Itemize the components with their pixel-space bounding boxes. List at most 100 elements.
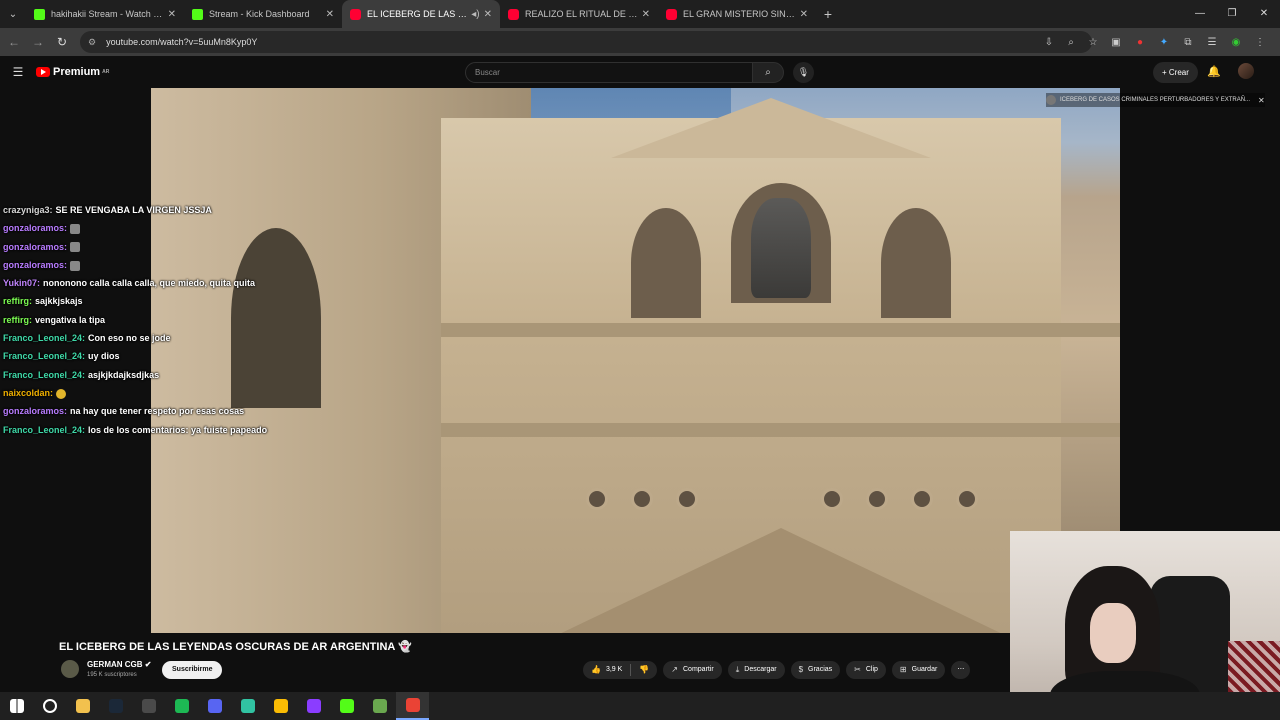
chat-message: Franco_Leonel_24: uy dios <box>3 347 273 365</box>
like-button[interactable]: 👍 3,9 K <box>583 661 630 679</box>
chat-username[interactable]: Franco_Leonel_24: <box>3 333 85 343</box>
kick-icon[interactable] <box>330 692 363 720</box>
minimize-icon[interactable]: — <box>1184 0 1216 28</box>
channel-avatar[interactable] <box>61 660 79 678</box>
more-actions-button[interactable]: ⋯ <box>951 661 971 679</box>
youtube-logo[interactable]: Premium AR <box>36 66 109 78</box>
chat-message: gonzaloramos: na hay que tener respeto po… <box>3 402 273 420</box>
account-avatar[interactable] <box>1238 63 1254 79</box>
close-tab-icon[interactable]: ✕ <box>484 9 492 20</box>
tab-label: Stream - Kick Dashboard <box>209 9 310 19</box>
browser-tab-bar: ⌄ hakihakii Stream - Watch Live o ✕ Stre… <box>0 0 1280 28</box>
video-title: EL ICEBERG DE LAS LEYENDAS OSCURAS DE AR… <box>59 640 412 653</box>
thanks-button[interactable]: $ Gracias <box>790 661 841 679</box>
create-button[interactable]: + Crear <box>1153 62 1198 83</box>
chat-text: SE RE VENGABA LA VIRGEN JSSJA <box>55 205 212 215</box>
extension-record-icon[interactable]: ● <box>1128 37 1152 48</box>
browser-menu-icon[interactable]: ⋮ <box>1248 37 1272 48</box>
tab-label: EL ICEBERG DE LAS LEYEND <box>367 9 467 19</box>
close-window-icon[interactable]: ✕ <box>1248 0 1280 28</box>
browser-tab[interactable]: EL GRAN MISTERIO SIN RESOLV ✕ <box>658 0 816 28</box>
chat-username[interactable]: crazyniga3: <box>3 205 53 215</box>
chat-username[interactable]: gonzaloramos: <box>3 242 67 252</box>
windows-start-icon-glyph <box>9 699 24 713</box>
video-actions: 👍 3,9 K 👎 ↗ Compartir ⤓ Descargar $ Gracias … <box>583 661 971 679</box>
url-bar[interactable]: ⚙ youtube.com/watch?v=5uuMn8Kyp0Y <box>80 31 1092 53</box>
new-tab-button[interactable]: + <box>816 6 840 22</box>
forward-icon[interactable]: → <box>26 35 50 49</box>
close-overlay-icon[interactable]: ✕ <box>1258 96 1265 105</box>
video-player[interactable] <box>151 88 1120 633</box>
chat-username[interactable]: Yukin07: <box>3 278 40 288</box>
site-info-icon[interactable]: ⚙ <box>88 37 96 48</box>
verified-icon: ✔ <box>144 660 152 669</box>
zoom-icon[interactable]: ⌕ <box>1060 37 1082 48</box>
search-button[interactable]: ⌕ <box>752 62 784 83</box>
subscribe-button[interactable]: Suscribirme <box>162 661 223 679</box>
chrome-icon[interactable] <box>264 692 297 720</box>
extension-icon[interactable]: ▣ <box>1104 37 1128 48</box>
clip-button[interactable]: ✂ Clip <box>846 661 886 679</box>
download-button[interactable]: ⤓ Descargar <box>727 661 785 679</box>
reload-icon[interactable]: ↻ <box>50 35 74 49</box>
restore-icon[interactable]: ❐ <box>1216 0 1248 28</box>
chat-username[interactable]: gonzaloramos: <box>3 223 67 233</box>
chat-username[interactable]: naixcoldan: <box>3 388 53 398</box>
browser-tab-active[interactable]: EL ICEBERG DE LAS LEYEND ◂) ✕ <box>342 0 500 28</box>
kick-favicon-icon <box>192 8 203 20</box>
subscriber-count: 195 K suscriptores <box>87 672 137 678</box>
channel-name[interactable]: GERMAN CGB ✔ <box>87 660 152 669</box>
chat-username[interactable]: gonzaloramos: <box>3 406 67 416</box>
steam-icon[interactable] <box>99 692 132 720</box>
extensions-area: ▣ ● ✦ ⧉ ☰ ◉ ⋮ <box>1104 31 1272 53</box>
bookmark-star-icon[interactable]: ☆ <box>1082 37 1104 48</box>
share-button[interactable]: ↗ Compartir <box>663 661 722 679</box>
chat-username[interactable]: reffirg: <box>3 315 32 325</box>
obs-icon-glyph <box>141 699 156 713</box>
chat-username[interactable]: Franco_Leonel_24: <box>3 351 85 361</box>
tab-search-button[interactable]: ⌄ <box>0 0 26 28</box>
chat-username[interactable]: reffirg: <box>3 296 32 306</box>
browser-tab[interactable]: hakihakii Stream - Watch Live o ✕ <box>26 0 184 28</box>
close-tab-icon[interactable]: ✕ <box>800 9 808 20</box>
discord-icon[interactable] <box>198 692 231 720</box>
video-round-window <box>866 488 888 510</box>
chat-message: naixcoldan: <box>3 384 273 402</box>
close-tab-icon[interactable]: ✕ <box>642 9 650 20</box>
notifications-bell-icon[interactable]: 🔔 <box>1207 62 1221 83</box>
speaker-icon[interactable]: ◂) <box>471 9 479 20</box>
chrome-active-icon[interactable] <box>396 692 429 720</box>
save-button[interactable]: ⊞ Guardar <box>891 661 946 679</box>
canva-icon[interactable] <box>297 692 330 720</box>
browser-tab[interactable]: REALIZO EL RITUAL DE HITORI ✕ <box>500 0 658 28</box>
chat-username[interactable]: gonzaloramos: <box>3 260 67 270</box>
back-icon[interactable]: ← <box>2 35 26 49</box>
close-tab-icon[interactable]: ✕ <box>326 9 334 20</box>
windows-start-icon[interactable] <box>0 692 33 720</box>
close-tab-icon[interactable]: ✕ <box>168 9 176 20</box>
chat-username[interactable]: Franco_Leonel_24: <box>3 425 85 435</box>
search-icon[interactable] <box>33 692 66 720</box>
install-app-icon[interactable]: ⇩ <box>1038 37 1060 48</box>
tab-label: EL GRAN MISTERIO SIN RESOLV <box>683 9 796 19</box>
dislike-button[interactable]: 👎 <box>631 661 657 679</box>
minecraft-icon[interactable] <box>363 692 396 720</box>
file-explorer-icon[interactable] <box>66 692 99 720</box>
search-input[interactable]: Buscar <box>465 62 753 83</box>
like-dislike-group: 👍 3,9 K 👎 <box>583 661 658 679</box>
chat-username[interactable]: Franco_Leonel_24: <box>3 370 85 380</box>
profile-icon[interactable]: ◉ <box>1224 37 1248 48</box>
reading-list-icon[interactable]: ☰ <box>1200 37 1224 48</box>
video-overlay-playlist[interactable]: ICEBERG DE CASOS CRIMINALES PERTURBADORE… <box>1046 93 1265 107</box>
browser-tab[interactable]: Stream - Kick Dashboard ✕ <box>184 0 342 28</box>
canva-icon-glyph <box>306 699 321 713</box>
voice-search-icon[interactable]: 🎙 <box>793 62 814 83</box>
streamlabs-icon[interactable] <box>231 692 264 720</box>
obs-icon[interactable] <box>132 692 165 720</box>
extension-translate-icon[interactable]: ✦ <box>1152 37 1176 48</box>
spotify-icon[interactable] <box>165 692 198 720</box>
extensions-puzzle-icon[interactable]: ⧉ <box>1176 37 1200 48</box>
download-icon: ⤓ <box>735 665 740 674</box>
menu-icon[interactable]: ☰ <box>0 65 36 79</box>
download-label: Descargar <box>744 666 777 673</box>
